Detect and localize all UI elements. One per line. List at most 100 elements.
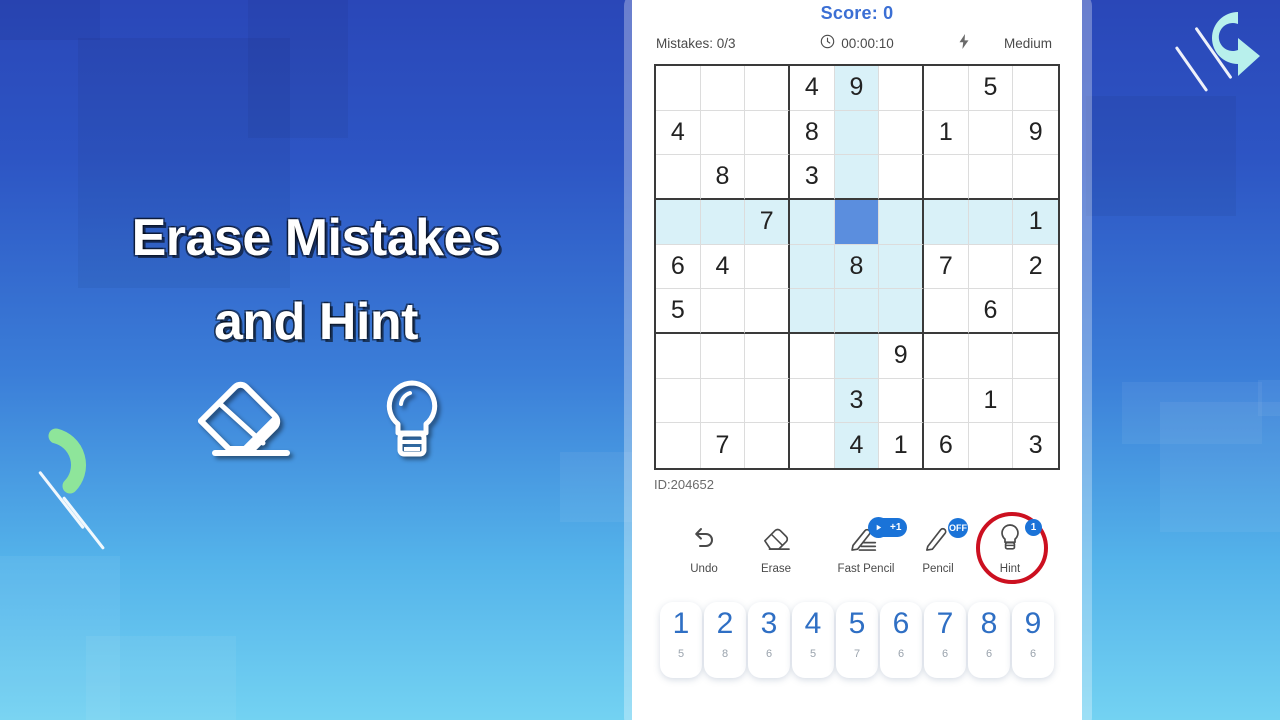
- sudoku-cell-r9-c2[interactable]: 7: [700, 423, 746, 468]
- sudoku-cell-r7-c8[interactable]: [968, 334, 1014, 379]
- sudoku-cell-r9-c9[interactable]: 3: [1013, 423, 1058, 468]
- numpad-key-2[interactable]: 28: [704, 602, 746, 678]
- sudoku-cell-r5-c8[interactable]: [968, 244, 1014, 290]
- sudoku-cell-r3-c6[interactable]: [879, 155, 924, 200]
- sudoku-cell-r3-c7[interactable]: [924, 155, 969, 200]
- sudoku-cell-r6-c5[interactable]: [834, 289, 880, 334]
- sudoku-cell-r6-c4[interactable]: [790, 289, 835, 334]
- sudoku-cell-r5-c1[interactable]: 6: [656, 244, 701, 290]
- numpad-key-3[interactable]: 36: [748, 602, 790, 678]
- numpad-key-4[interactable]: 45: [792, 602, 834, 678]
- sudoku-cell-r8-c5[interactable]: 3: [834, 378, 880, 424]
- sudoku-cell-r3-c1[interactable]: [656, 155, 701, 200]
- sudoku-cell-r2-c4[interactable]: 8: [790, 110, 835, 156]
- sudoku-cell-r3-c5[interactable]: [834, 155, 880, 200]
- sudoku-cell-r2-c9[interactable]: 9: [1013, 110, 1058, 156]
- sudoku-cell-r8-c1[interactable]: [656, 378, 701, 424]
- sudoku-cell-r2-c6[interactable]: [879, 110, 924, 156]
- sudoku-cell-r4-c2[interactable]: [700, 200, 746, 245]
- sudoku-cell-r1-c5[interactable]: 9: [834, 66, 880, 111]
- sudoku-cell-r4-c8[interactable]: [968, 200, 1014, 245]
- sudoku-cell-r8-c6[interactable]: [879, 378, 924, 424]
- sudoku-cell-r4-c1[interactable]: [656, 200, 701, 245]
- numpad-key-8[interactable]: 86: [968, 602, 1010, 678]
- sudoku-cell-r7-c4[interactable]: [790, 334, 835, 379]
- sudoku-cell-r7-c6[interactable]: 9: [879, 334, 924, 379]
- sudoku-cell-r7-c1[interactable]: [656, 334, 701, 379]
- fast-pencil-button[interactable]: +1 Fast Pencil: [830, 517, 908, 575]
- sudoku-cell-r6-c9[interactable]: [1013, 289, 1058, 334]
- sudoku-cell-r2-c3[interactable]: [745, 110, 790, 156]
- sudoku-cell-r9-c4[interactable]: [790, 423, 835, 468]
- sudoku-cell-r8-c4[interactable]: [790, 378, 835, 424]
- sudoku-cell-r7-c5[interactable]: [834, 334, 880, 379]
- sudoku-cell-r8-c2[interactable]: [700, 378, 746, 424]
- sudoku-cell-r1-c9[interactable]: [1013, 66, 1058, 111]
- sudoku-cell-r5-c6[interactable]: [879, 244, 924, 290]
- lightning-icon[interactable]: [956, 33, 972, 53]
- sudoku-cell-r1-c6[interactable]: [879, 66, 924, 111]
- sudoku-cell-r2-c2[interactable]: [700, 110, 746, 156]
- sudoku-cell-r9-c3[interactable]: [745, 423, 790, 468]
- sudoku-cell-r1-c2[interactable]: [700, 66, 746, 111]
- sudoku-cell-r6-c2[interactable]: [700, 289, 746, 334]
- eraser-icon: [761, 525, 791, 556]
- sudoku-cell-r4-c6[interactable]: [879, 200, 924, 245]
- sudoku-cell-r2-c5[interactable]: [834, 110, 880, 156]
- numpad-key-7[interactable]: 76: [924, 602, 966, 678]
- sudoku-cell-r5-c4[interactable]: [790, 244, 835, 290]
- pencil-toggle-badge[interactable]: OFF: [948, 518, 968, 538]
- sudoku-cell-r7-c7[interactable]: [924, 334, 969, 379]
- sudoku-cell-r1-c7[interactable]: [924, 66, 969, 111]
- sudoku-cell-r9-c8[interactable]: [968, 423, 1014, 468]
- sudoku-cell-r5-c3[interactable]: [745, 244, 790, 290]
- sudoku-cell-r1-c3[interactable]: [745, 66, 790, 111]
- sudoku-cell-r6-c1[interactable]: 5: [656, 289, 701, 334]
- numpad-key-9[interactable]: 96: [1012, 602, 1054, 678]
- sudoku-cell-r3-c9[interactable]: [1013, 155, 1058, 200]
- sudoku-cell-r5-c5[interactable]: 8: [834, 244, 880, 290]
- sudoku-cell-r3-c3[interactable]: [745, 155, 790, 200]
- numpad-key-6[interactable]: 66: [880, 602, 922, 678]
- undo-button[interactable]: Undo: [668, 522, 740, 575]
- sudoku-cell-r4-c3[interactable]: 7: [745, 200, 790, 245]
- sudoku-cell-r6-c6[interactable]: [879, 289, 924, 334]
- sudoku-cell-r5-c7[interactable]: 7: [924, 244, 969, 290]
- sudoku-cell-r4-c7[interactable]: [924, 200, 969, 245]
- sudoku-cell-r4-c5[interactable]: [834, 200, 880, 245]
- sudoku-cell-r1-c8[interactable]: 5: [968, 66, 1014, 111]
- sudoku-cell-r7-c9[interactable]: [1013, 334, 1058, 379]
- hint-button[interactable]: 1 Hint: [974, 512, 1048, 584]
- sudoku-cell-r6-c7[interactable]: [924, 289, 969, 334]
- sudoku-cell-r4-c4[interactable]: [790, 200, 835, 245]
- numpad-key-1[interactable]: 15: [660, 602, 702, 678]
- sudoku-cell-r9-c5[interactable]: 4: [834, 423, 880, 468]
- sudoku-cell-r2-c8[interactable]: [968, 110, 1014, 156]
- sudoku-cell-r8-c8[interactable]: 1: [968, 378, 1014, 424]
- timer-group[interactable]: 00:00:10: [788, 34, 926, 52]
- sudoku-cell-r5-c9[interactable]: 2: [1013, 244, 1058, 290]
- sudoku-cell-r9-c1[interactable]: [656, 423, 701, 468]
- sudoku-cell-r3-c2[interactable]: 8: [700, 155, 746, 200]
- sudoku-cell-r4-c9[interactable]: 1: [1013, 200, 1058, 245]
- sudoku-cell-r7-c3[interactable]: [745, 334, 790, 379]
- sudoku-grid[interactable]: 49548198371648725693174163: [654, 64, 1060, 470]
- sudoku-cell-r6-c3[interactable]: [745, 289, 790, 334]
- sudoku-cell-r3-c8[interactable]: [968, 155, 1014, 200]
- sudoku-cell-r9-c6[interactable]: 1: [879, 423, 924, 468]
- sudoku-cell-r5-c2[interactable]: 4: [700, 244, 746, 290]
- erase-button[interactable]: Erase: [740, 522, 812, 575]
- pencil-button[interactable]: OFF Pencil: [902, 518, 974, 575]
- sudoku-cell-r7-c2[interactable]: [700, 334, 746, 379]
- sudoku-cell-r3-c4[interactable]: 3: [790, 155, 835, 200]
- sudoku-cell-r9-c7[interactable]: 6: [924, 423, 969, 468]
- sudoku-cell-r2-c1[interactable]: 4: [656, 110, 701, 156]
- sudoku-cell-r1-c4[interactable]: 4: [790, 66, 835, 111]
- sudoku-cell-r1-c1[interactable]: [656, 66, 701, 111]
- numpad-key-5[interactable]: 57: [836, 602, 878, 678]
- sudoku-cell-r8-c3[interactable]: [745, 378, 790, 424]
- sudoku-cell-r6-c8[interactable]: 6: [968, 289, 1014, 334]
- sudoku-cell-r8-c7[interactable]: [924, 378, 969, 424]
- sudoku-cell-r8-c9[interactable]: [1013, 378, 1058, 424]
- sudoku-cell-r2-c7[interactable]: 1: [924, 110, 969, 156]
